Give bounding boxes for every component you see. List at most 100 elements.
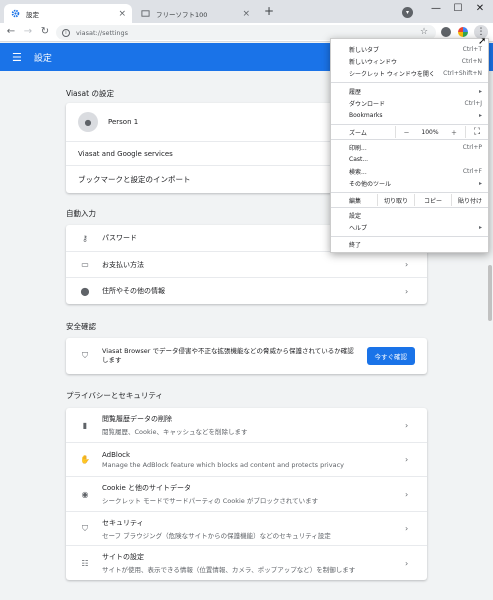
back-button[interactable]: ←: [4, 25, 18, 39]
menu-label: Cast...: [349, 155, 369, 163]
menu-label: 履歴: [349, 88, 362, 96]
menu-label: ダウンロード: [349, 100, 386, 108]
tab-close-button[interactable]: ×: [118, 9, 126, 19]
star-icon[interactable]: ☆: [420, 25, 428, 39]
menu-divider: [331, 139, 488, 140]
zoom-in-button[interactable]: ＋: [443, 126, 465, 138]
avatar: ●: [78, 112, 98, 132]
check-now-button[interactable]: 今すぐ確認: [366, 347, 415, 365]
tab-close-button[interactable]: ×: [242, 9, 250, 19]
menu-divider: [331, 236, 488, 237]
privacy-row-security[interactable]: ⛉ セキュリティ セーフ ブラウジング（危険なサイトからの保護機能）などのセキュリ…: [66, 511, 427, 545]
menu-item-edit: 編集 切り取り コピー 貼り付け: [331, 194, 488, 206]
row-label: AdBlock: [102, 450, 131, 459]
menu-item-new-tab[interactable]: 新しいタブ Ctrl+T: [331, 43, 488, 55]
row-label: お支払い方法: [102, 260, 144, 269]
menu-label: 終了: [349, 241, 362, 249]
gear-icon: [10, 9, 20, 19]
cut-button[interactable]: 切り取り: [377, 194, 414, 206]
credit-card-icon: ▭: [81, 260, 89, 269]
menu-item-incognito[interactable]: シークレット ウィンドウを開く Ctrl+Shift+N: [331, 67, 488, 79]
zoom-out-button[interactable]: －: [395, 126, 417, 138]
submenu-arrow-icon: ▸: [478, 87, 482, 95]
menu-label: 新しいウィンドウ: [349, 58, 398, 66]
menu-item-more-tools[interactable]: その他のツール ▸: [331, 177, 488, 189]
menu-label: 編集: [349, 197, 362, 205]
tab-freesoft[interactable]: フリーソフト100 ×: [134, 4, 256, 23]
fullscreen-icon[interactable]: ⛶: [465, 126, 488, 138]
tab-title: フリーソフト100: [156, 10, 208, 19]
chevron-right-icon: ›: [405, 455, 409, 464]
privacy-row-adblock[interactable]: ✋ AdBlock Manage the AdBlock feature whic…: [66, 442, 427, 476]
mouse-cursor-icon: ➚: [478, 36, 487, 47]
chevron-right-icon: ›: [405, 420, 409, 430]
menu-divider: [331, 207, 488, 208]
menu-item-downloads[interactable]: ダウンロード Ctrl+J: [331, 97, 488, 109]
autofill-row-payments[interactable]: ▭ お支払い方法 ›: [66, 251, 427, 277]
chevron-right-icon: ›: [405, 260, 409, 269]
menu-divider: [331, 192, 488, 193]
extension-icon[interactable]: [458, 27, 468, 37]
safety-text: Viasat Browser でデータ侵害や不正な拡張機能などの脅威から保護され…: [102, 347, 354, 364]
copy-button[interactable]: コピー: [414, 194, 451, 206]
forward-button[interactable]: →: [21, 25, 35, 39]
safety-row: ⛉ Viasat Browser でデータ侵害や不正な拡張機能などの脅威から保護…: [66, 338, 427, 374]
menu-label: ヘルプ: [349, 224, 368, 232]
menu-item-history[interactable]: 履歴 ▸: [331, 85, 488, 97]
scrollbar-thumb[interactable]: [488, 265, 492, 321]
minimize-button[interactable]: —: [425, 2, 447, 16]
menu-divider: [331, 124, 488, 125]
menu-item-exit[interactable]: 終了: [331, 238, 488, 250]
menu-item-cast[interactable]: Cast...: [331, 153, 488, 165]
privacy-row-clear-data[interactable]: ▮ 閲覧履歴データの削除 閲覧履歴、Cookie、キャッシュなどを削除します ›: [66, 408, 427, 442]
row-sublabel: セーフ ブラウジング（危険なサイトからの保護機能）などのセキュリティ設定: [102, 531, 331, 540]
reload-button[interactable]: ↻: [38, 25, 52, 39]
browser-menu: 新しいタブ Ctrl+T 新しいウィンドウ Ctrl+N シークレット ウィンドウを…: [330, 38, 489, 253]
sliders-icon: ☷: [81, 558, 89, 568]
trash-icon: ▮: [82, 420, 88, 430]
paste-button[interactable]: 貼り付け: [451, 194, 488, 206]
menu-shortcut: Ctrl+J: [464, 99, 482, 107]
menu-shortcut: Ctrl+P: [462, 143, 482, 151]
close-window-button[interactable]: ✕: [469, 2, 491, 16]
menu-item-help[interactable]: ヘルプ ▸: [331, 221, 488, 233]
new-tab-button[interactable]: +: [262, 5, 276, 19]
privacy-card: ▮ 閲覧履歴データの削除 閲覧履歴、Cookie、キャッシュなどを削除します › …: [66, 408, 427, 580]
section-title-safety: 安全確認: [66, 322, 96, 331]
tab-settings[interactable]: 設定 ×: [4, 4, 132, 23]
menu-divider: [331, 82, 488, 83]
menu-label: 設定: [349, 212, 362, 220]
tab-search-icon[interactable]: ▾: [402, 7, 413, 18]
menu-item-settings[interactable]: 設定: [331, 209, 488, 221]
adblock-hand-icon: ✋: [80, 455, 90, 464]
privacy-row-site-settings[interactable]: ☷ サイトの設定 サイトが使用、表示できる情報（位置情報、カメラ、ポップアップなど…: [66, 545, 427, 580]
menu-shortcut: Ctrl+F: [462, 167, 482, 175]
menu-label: 新しいタブ: [349, 46, 380, 54]
info-icon[interactable]: i: [62, 28, 70, 37]
profile-icon[interactable]: [441, 27, 451, 37]
menu-label: 検索...: [349, 168, 367, 176]
row-sublabel: Manage the AdBlock feature which blocks …: [102, 460, 344, 469]
tab-title: 設定: [26, 10, 39, 19]
autofill-row-addresses[interactable]: ⬤ 住所やその他の情報 ›: [66, 277, 427, 304]
menu-shortcut: Ctrl+Shift+N: [443, 69, 482, 77]
shield-check-icon: ⛉: [82, 351, 88, 360]
menu-item-print[interactable]: 印刷... Ctrl+P: [331, 141, 488, 153]
row-label: Cookie と他のサイトデータ: [102, 484, 191, 492]
row-label: セキュリティ: [102, 518, 144, 527]
key-icon: ⚷: [82, 233, 88, 243]
hamburger-icon[interactable]: ☰: [12, 51, 22, 64]
url-text: viasat://settings: [76, 28, 129, 37]
menu-label: Bookmarks: [349, 111, 383, 119]
privacy-row-cookies[interactable]: ◉ Cookie と他のサイトデータ シークレット モードでサードパーティの Co…: [66, 476, 427, 511]
maximize-button[interactable]: ☐: [447, 2, 469, 16]
location-pin-icon: ⬤: [80, 286, 90, 296]
row-sublabel: シークレット モードでサードパーティの Cookie がブロックされています: [102, 497, 319, 505]
row-label: 閲覧履歴データの削除: [102, 415, 172, 423]
menu-item-new-window[interactable]: 新しいウィンドウ Ctrl+N: [331, 55, 488, 67]
submenu-arrow-icon: ▸: [478, 179, 482, 187]
menu-item-bookmarks[interactable]: Bookmarks ▸: [331, 109, 488, 121]
row-label: 住所やその他の情報: [102, 287, 165, 295]
page-title: 設定: [33, 53, 52, 64]
menu-item-find[interactable]: 検索... Ctrl+F: [331, 165, 488, 177]
